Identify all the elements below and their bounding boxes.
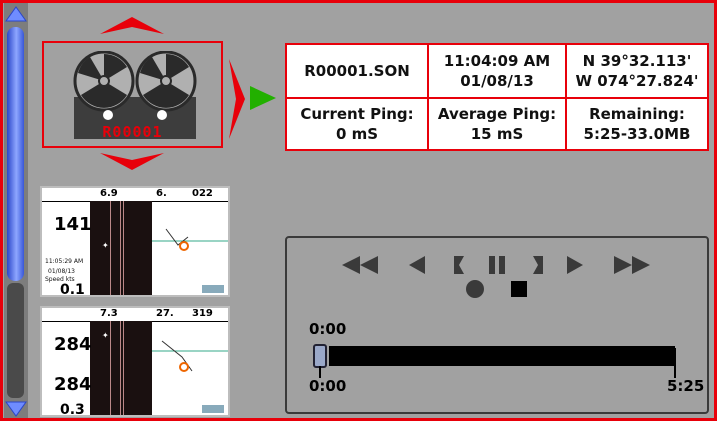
vertical-scrollbar[interactable] [4, 3, 28, 418]
longitude: W 074°27.824' [575, 72, 699, 90]
current-position-label: 0:00 [309, 320, 347, 338]
current-ping-value: 0 mS [335, 125, 379, 143]
step-back-icon[interactable] [407, 254, 429, 276]
pause-icon[interactable] [488, 254, 506, 276]
recording-info-table: R00001.SON 11:04:09 AM 01/08/13 N 39°32.… [285, 43, 709, 151]
recording-time: 11:04:09 AM [443, 52, 551, 70]
step-forward-icon[interactable] [563, 254, 585, 276]
recording-selector[interactable]: R00001 [42, 41, 223, 148]
mark-end-icon[interactable] [531, 254, 545, 276]
recording-date: 01/08/13 [460, 72, 534, 90]
average-ping-value: 15 mS [470, 125, 524, 143]
average-ping-label: Average Ping: [437, 105, 557, 123]
current-ping-label: Current Ping: [300, 105, 414, 123]
screenshot-thumbnail[interactable]: 6.9 6. 022 ✦ 141 11:05:29 AM 01/08/13 Sp… [40, 186, 230, 297]
chevron-up-icon[interactable] [100, 16, 164, 36]
screenshot-thumbnail[interactable]: 7.3 27. 319 ✦ 284 284 0.3 [40, 306, 230, 417]
remaining-label: Remaining: [589, 105, 685, 123]
playback-timeline[interactable] [329, 346, 675, 366]
sonar-image: ✦ [90, 201, 152, 295]
mark-start-icon[interactable] [452, 254, 466, 276]
playback-panel: 0:00 0:00 5:25 [285, 236, 709, 414]
file-name: R00001.SON [304, 62, 410, 80]
current-ping-cell: Current Ping: 0 mS [287, 99, 427, 149]
scroll-down-icon[interactable] [4, 400, 28, 418]
datetime-cell: 11:04:09 AM 01/08/13 [429, 45, 565, 97]
thumbnail-header: 7.3 27. 319 [42, 308, 228, 322]
chart-map [152, 228, 228, 293]
rewind-icon[interactable] [340, 254, 380, 276]
chevron-right-icon[interactable] [227, 59, 247, 139]
file-name-cell: R00001.SON [287, 45, 427, 97]
play-selected-icon[interactable] [249, 85, 277, 111]
thumbnail-header: 6.9 6. 022 [42, 188, 228, 202]
position-cell: N 39°32.113' W 074°27.824' [567, 45, 707, 97]
scrollbar-thumb[interactable] [7, 27, 24, 281]
remaining-value: 5:25-33.0MB [583, 125, 691, 143]
chevron-down-icon[interactable] [100, 151, 164, 171]
thumbnail-depth: 284 [54, 334, 92, 355]
recording-name: R00001 [102, 123, 163, 141]
record-icon[interactable] [464, 278, 486, 300]
sonar-image: ✦ [90, 321, 152, 415]
scrollbar-track [7, 283, 24, 398]
fast-forward-icon[interactable] [612, 254, 652, 276]
remaining-cell: Remaining: 5:25-33.0MB [567, 99, 707, 149]
stop-icon[interactable] [509, 279, 529, 299]
scroll-up-icon[interactable] [4, 5, 28, 23]
start-time-label: 0:00 [309, 377, 347, 395]
thumbnail-depth: 141 [54, 214, 92, 235]
sonar-recording-screen: R00001 R00001.SON 11:04:09 AM 01/08/13 N… [3, 3, 714, 418]
latitude: N 39°32.113' [582, 52, 692, 70]
playback-slider-handle[interactable] [313, 344, 327, 368]
chart-map [152, 340, 228, 413]
end-time-label: 5:25 [667, 377, 705, 395]
average-ping-cell: Average Ping: 15 mS [429, 99, 565, 149]
